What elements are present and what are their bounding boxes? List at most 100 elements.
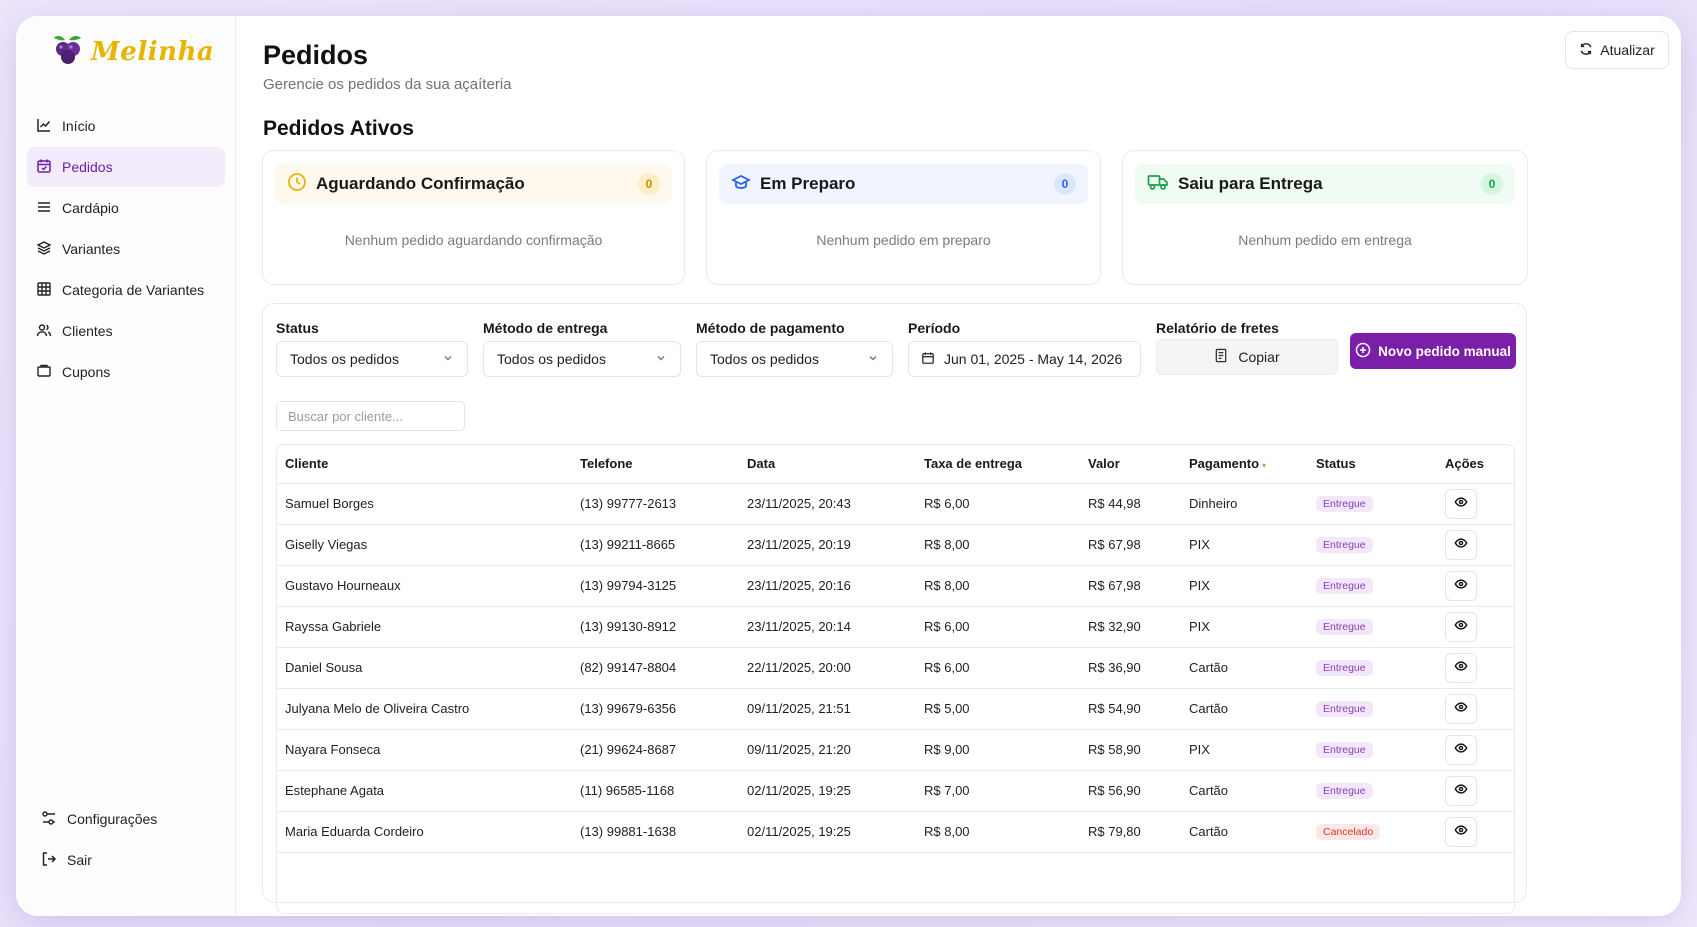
cell-pagamento: PIX	[1181, 524, 1308, 566]
cell-actions	[1437, 647, 1514, 689]
column-header-status[interactable]: Status	[1308, 445, 1437, 484]
cell-cliente: Gustavo Hourneaux	[277, 565, 572, 607]
cell-actions	[1437, 483, 1514, 525]
payment-method-select[interactable]: Todos os pedidos	[696, 341, 893, 377]
cell-telefone: (13) 99881-1638	[572, 811, 739, 853]
table-row[interactable]: Giselly Viegas (13) 99211-8665 23/11/2025,…	[277, 524, 1514, 566]
column-header-acoes: Ações	[1437, 445, 1514, 484]
sidebar-bottom: Configurações Sair	[32, 799, 222, 881]
eye-icon	[1454, 495, 1468, 512]
eye-icon	[1454, 618, 1468, 635]
cell-cliente: Maria Eduarda Cordeiro	[277, 811, 572, 853]
status-badge: Entregue	[1316, 619, 1373, 635]
column-header-cliente[interactable]: Cliente	[277, 445, 572, 484]
view-order-button[interactable]	[1445, 611, 1477, 642]
search-client-input[interactable]	[276, 401, 465, 431]
column-header-valor[interactable]: Valor	[1080, 445, 1181, 484]
column-header-pagamento[interactable]: Pagamento ▾	[1181, 445, 1308, 484]
status-badge: Entregue	[1316, 537, 1373, 553]
view-order-button[interactable]	[1445, 775, 1477, 806]
sidebar-item-label: Cardápio	[62, 200, 119, 216]
page-subtitle: Gerencie os pedidos da sua açaíteria	[263, 76, 512, 93]
view-order-button[interactable]	[1445, 570, 1477, 601]
sidebar-item-inicio[interactable]: Início	[27, 106, 225, 146]
table-row[interactable]: Estephane Agata (11) 96585-1168 02/11/2025…	[277, 770, 1514, 812]
card-aguardando: Aguardando Confirmação 0 Nenhum pedido a…	[262, 150, 685, 285]
status-badge: Entregue	[1316, 578, 1373, 594]
copy-label: Copiar	[1238, 349, 1280, 365]
sidebar-item-variantes[interactable]: Variantes	[27, 229, 225, 269]
cell-pagamento: Cartão	[1181, 647, 1308, 689]
table-row[interactable]: Julyana Melo de Oliveira Castro (13) 9967…	[277, 688, 1514, 730]
cell-pagamento: PIX	[1181, 565, 1308, 607]
cell-cliente: Julyana Melo de Oliveira Castro	[277, 688, 572, 730]
card-title: Aguardando Confirmação	[316, 174, 525, 193]
column-header-data[interactable]: Data	[739, 445, 916, 484]
status-select[interactable]: Todos os pedidos	[276, 341, 468, 377]
sidebar-item-label: Sair	[67, 852, 92, 868]
cell-pagamento: Cartão	[1181, 770, 1308, 812]
cell-valor: R$ 67,98	[1080, 565, 1181, 607]
sidebar-item-sair[interactable]: Sair	[32, 840, 222, 880]
view-order-button[interactable]	[1445, 652, 1477, 683]
cell-actions	[1437, 729, 1514, 771]
cell-status: Entregue	[1308, 688, 1437, 730]
refresh-button[interactable]: Atualizar	[1565, 31, 1669, 69]
filter-label-payment: Método de pagamento	[696, 320, 845, 336]
filter-label-delivery: Método de entrega	[483, 320, 608, 336]
sidebar-item-pedidos[interactable]: Pedidos	[27, 147, 225, 187]
view-order-button[interactable]	[1445, 529, 1477, 560]
sidebar-item-cupons[interactable]: Cupons	[27, 352, 225, 392]
layers-icon	[36, 240, 52, 259]
sidebar-item-categoria-variantes[interactable]: Categoria de Variantes	[27, 270, 225, 310]
cell-data: 22/11/2025, 20:00	[739, 647, 916, 689]
eye-icon	[1454, 659, 1468, 676]
truck-icon	[1147, 172, 1169, 197]
copy-report-button[interactable]: Copiar	[1156, 339, 1338, 375]
table-row[interactable]: Nayara Fonseca (21) 99624-8687 09/11/2025,…	[277, 729, 1514, 771]
cell-valor: R$ 56,90	[1080, 770, 1181, 812]
cell-valor: R$ 67,98	[1080, 524, 1181, 566]
cell-status: Entregue	[1308, 524, 1437, 566]
cell-taxa: R$ 8,00	[916, 811, 1080, 853]
cell-status: Entregue	[1308, 483, 1437, 525]
eye-icon	[1454, 700, 1468, 717]
sidebar-item-clientes[interactable]: Clientes	[27, 311, 225, 351]
card-header: Em Preparo 0	[719, 164, 1088, 204]
table-row[interactable]: Samuel Borges (13) 99777-2613 23/11/2025, …	[277, 483, 1514, 525]
table-row[interactable]: Rayssa Gabriele (13) 99130-8912 23/11/2025…	[277, 606, 1514, 648]
column-header-taxa[interactable]: Taxa de entrega	[916, 445, 1080, 484]
card-saiu-entrega: Saiu para Entrega 0 Nenhum pedido em ent…	[1122, 150, 1528, 285]
cell-taxa: R$ 7,00	[916, 770, 1080, 812]
delivery-method-select[interactable]: Todos os pedidos	[483, 341, 681, 377]
column-header-telefone[interactable]: Telefone	[572, 445, 739, 484]
chart-line-icon	[36, 117, 52, 136]
period-date-picker[interactable]: Jun 01, 2025 - May 14, 2026	[908, 341, 1141, 377]
sidebar-item-cardapio[interactable]: Cardápio	[27, 188, 225, 228]
chef-hat-icon	[730, 172, 752, 197]
cell-taxa: R$ 8,00	[916, 524, 1080, 566]
view-order-button[interactable]	[1445, 488, 1477, 519]
sidebar-item-label: Categoria de Variantes	[62, 282, 205, 298]
cell-taxa: R$ 6,00	[916, 483, 1080, 525]
table-row[interactable]: Daniel Sousa (82) 99147-8804 22/11/2025, 2…	[277, 647, 1514, 689]
status-badge: Entregue	[1316, 783, 1373, 799]
refresh-icon	[1579, 42, 1593, 59]
view-order-button[interactable]	[1445, 734, 1477, 765]
document-icon	[1214, 348, 1228, 366]
view-order-button[interactable]	[1445, 816, 1477, 847]
cell-telefone: (13) 99794-3125	[572, 565, 739, 607]
date-range-value: Jun 01, 2025 - May 14, 2026	[944, 351, 1123, 367]
cell-pagamento: Cartão	[1181, 811, 1308, 853]
cell-actions	[1437, 688, 1514, 730]
view-order-button[interactable]	[1445, 693, 1477, 724]
sidebar-item-configuracoes[interactable]: Configurações	[32, 799, 222, 839]
table-row[interactable]: Maria Eduarda Cordeiro (13) 99881-1638 02/…	[277, 811, 1514, 853]
new-manual-order-button[interactable]: Novo pedido manual	[1350, 333, 1516, 369]
cell-actions	[1437, 524, 1514, 566]
brand-logo[interactable]: Melinha	[51, 32, 214, 71]
cell-status: Entregue	[1308, 647, 1437, 689]
sidebar-nav: Início Pedidos Cardápio Variantes Catego…	[27, 106, 225, 393]
table-row[interactable]: Gustavo Hourneaux (13) 99794-3125 23/11/20…	[277, 565, 1514, 607]
cell-telefone: (13) 99679-6356	[572, 688, 739, 730]
